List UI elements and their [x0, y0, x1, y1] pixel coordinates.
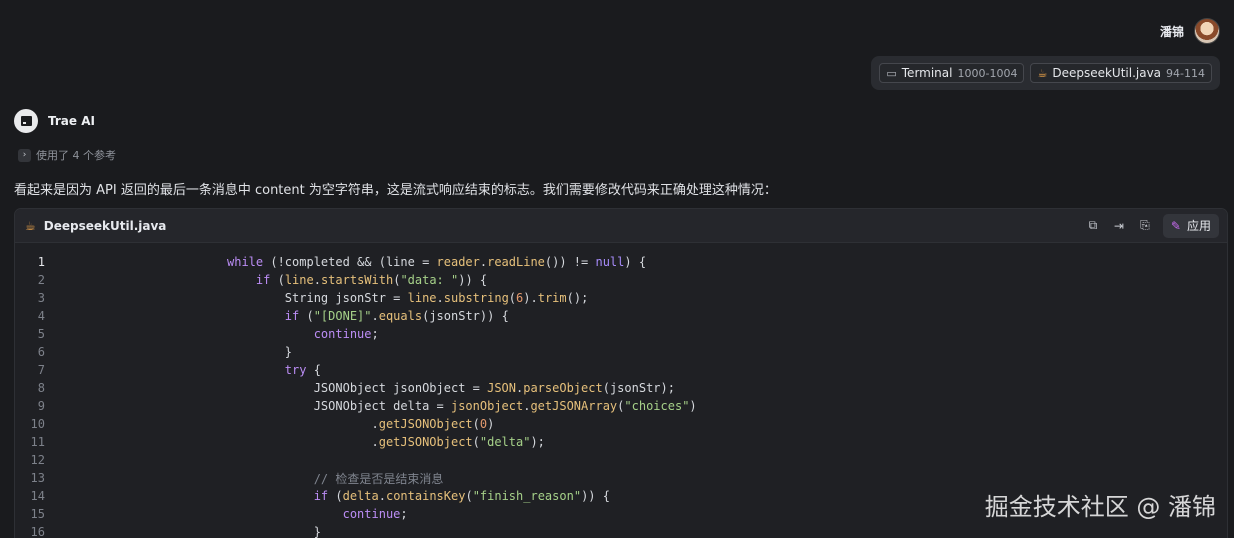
line-code: if ("[DONE]".equals(jsonStr)) { [284, 309, 509, 323]
line-number: 14 [30, 489, 45, 503]
line-code: .getJSONObject(0) [227, 417, 495, 431]
line-code: String jsonStr = line.substring(6).trim(… [227, 291, 589, 305]
line-code: } [227, 525, 321, 538]
line-number: 2 [37, 273, 45, 287]
code-line: 2 if (line.startsWith("data: ")) { [15, 271, 1227, 289]
trae-logo-icon [14, 109, 38, 133]
code-line: 8 JSONObject jsonObject = JSON.parseObje… [15, 379, 1227, 397]
line-number: 8 [37, 381, 45, 395]
code-line: 3 String jsonStr = line.substring(6).tri… [15, 289, 1227, 307]
line-code: // 检查是否是结束消息 [227, 471, 444, 486]
line-number: 3 [37, 291, 45, 305]
line-code: JSONObject jsonObject = JSON.parseObject… [227, 381, 675, 395]
context-chip-terminal[interactable]: ▭ Terminal 1000-1004 [879, 63, 1025, 83]
line-number: 5 [37, 327, 45, 341]
line-code: continue; [313, 327, 379, 341]
insert-icon[interactable]: ⇥ [1111, 218, 1127, 234]
code-line: 7 try { [15, 361, 1227, 379]
line-code: JSONObject delta = jsonObject.getJSONArr… [227, 399, 697, 413]
line-number: 12 [30, 453, 45, 467]
apply-label: 应用 [1186, 219, 1211, 233]
code-line: 11 .getJSONObject("delta"); [15, 433, 1227, 451]
references-toggle[interactable]: › 使用了 4 个参考 [18, 147, 116, 163]
line-code: .getJSONObject("delta"); [227, 435, 545, 449]
code-line: 16 } [15, 523, 1227, 538]
code-line: 5 continue; [15, 325, 1227, 343]
code-line: 6 } [15, 343, 1227, 361]
line-number: 1 [37, 255, 45, 269]
line-number: 6 [37, 345, 45, 359]
line-number: 16 [30, 525, 45, 538]
code-line: 10 .getJSONObject(0) [15, 415, 1227, 433]
assistant-message: 看起来是因为 API 返回的最后一条消息中 content 为空字符串，这是流式… [14, 183, 777, 198]
assistant-name: Trae AI [48, 114, 95, 128]
line-number: 9 [37, 399, 45, 413]
code-block-header: ☕ DeepseekUtil.java ⧉ ⇥ ⎘ ✎ 应用 [15, 209, 1227, 243]
code-line: 4 if ("[DONE]".equals(jsonStr)) { [15, 307, 1227, 325]
line-code: if (delta.containsKey("finish_reason")) … [313, 489, 610, 503]
context-chip-java-file[interactable]: ☕ DeepseekUtil.java 94-114 [1030, 63, 1212, 83]
code-line: 1 while (!completed && (line = reader.rea… [15, 253, 1227, 271]
chip-label: DeepseekUtil.java [1052, 66, 1162, 80]
line-number: 10 [30, 417, 45, 431]
line-number: 13 [30, 471, 45, 485]
watermark: 掘金技术社区 @ 潘锦 [984, 493, 1216, 521]
chip-label: Terminal [901, 66, 953, 80]
apply-button[interactable]: ✎ 应用 [1162, 213, 1219, 238]
line-number: 15 [30, 507, 45, 521]
code-line: 9 JSONObject delta = jsonObject.getJSONA… [15, 397, 1227, 415]
line-code: continue; [342, 507, 408, 521]
copy-icon[interactable]: ⧉ [1085, 218, 1101, 234]
code-line: 12 [15, 451, 1227, 469]
references-label: 使用了 4 个参考 [36, 149, 116, 162]
code-actions: ⧉ ⇥ ⎘ ✎ 应用 [1085, 213, 1219, 238]
line-code: } [227, 345, 293, 359]
line-number: 4 [37, 309, 45, 323]
java-file-icon: ☕ [25, 218, 36, 233]
new-file-icon[interactable]: ⎘ [1137, 218, 1153, 234]
line-code: if (line.startsWith("data: ")) { [255, 273, 488, 287]
line-code: try { [284, 363, 321, 377]
user-avatar[interactable] [1194, 18, 1220, 44]
terminal-icon: ▭ [886, 66, 897, 80]
user-header: 潘锦 [1160, 18, 1220, 44]
line-number: 11 [30, 435, 45, 449]
user-name: 潘锦 [1159, 24, 1184, 39]
magic-wand-icon: ✎ [1170, 218, 1181, 233]
line-number: 7 [37, 363, 45, 377]
java-file-icon: ☕ [1037, 66, 1048, 80]
context-chips: ▭ Terminal 1000-1004 ☕ DeepseekUtil.java… [871, 56, 1220, 90]
code-filename[interactable]: DeepseekUtil.java [44, 219, 167, 233]
chip-range: 94-114 [1166, 66, 1205, 80]
code-line: 13 // 检查是否是结束消息 [15, 469, 1227, 487]
chip-range: 1000-1004 [957, 66, 1018, 80]
assistant-header: Trae AI [14, 109, 95, 133]
chevron-right-icon: › [18, 148, 31, 162]
line-code: while (!completed && (line = reader.read… [227, 255, 647, 269]
